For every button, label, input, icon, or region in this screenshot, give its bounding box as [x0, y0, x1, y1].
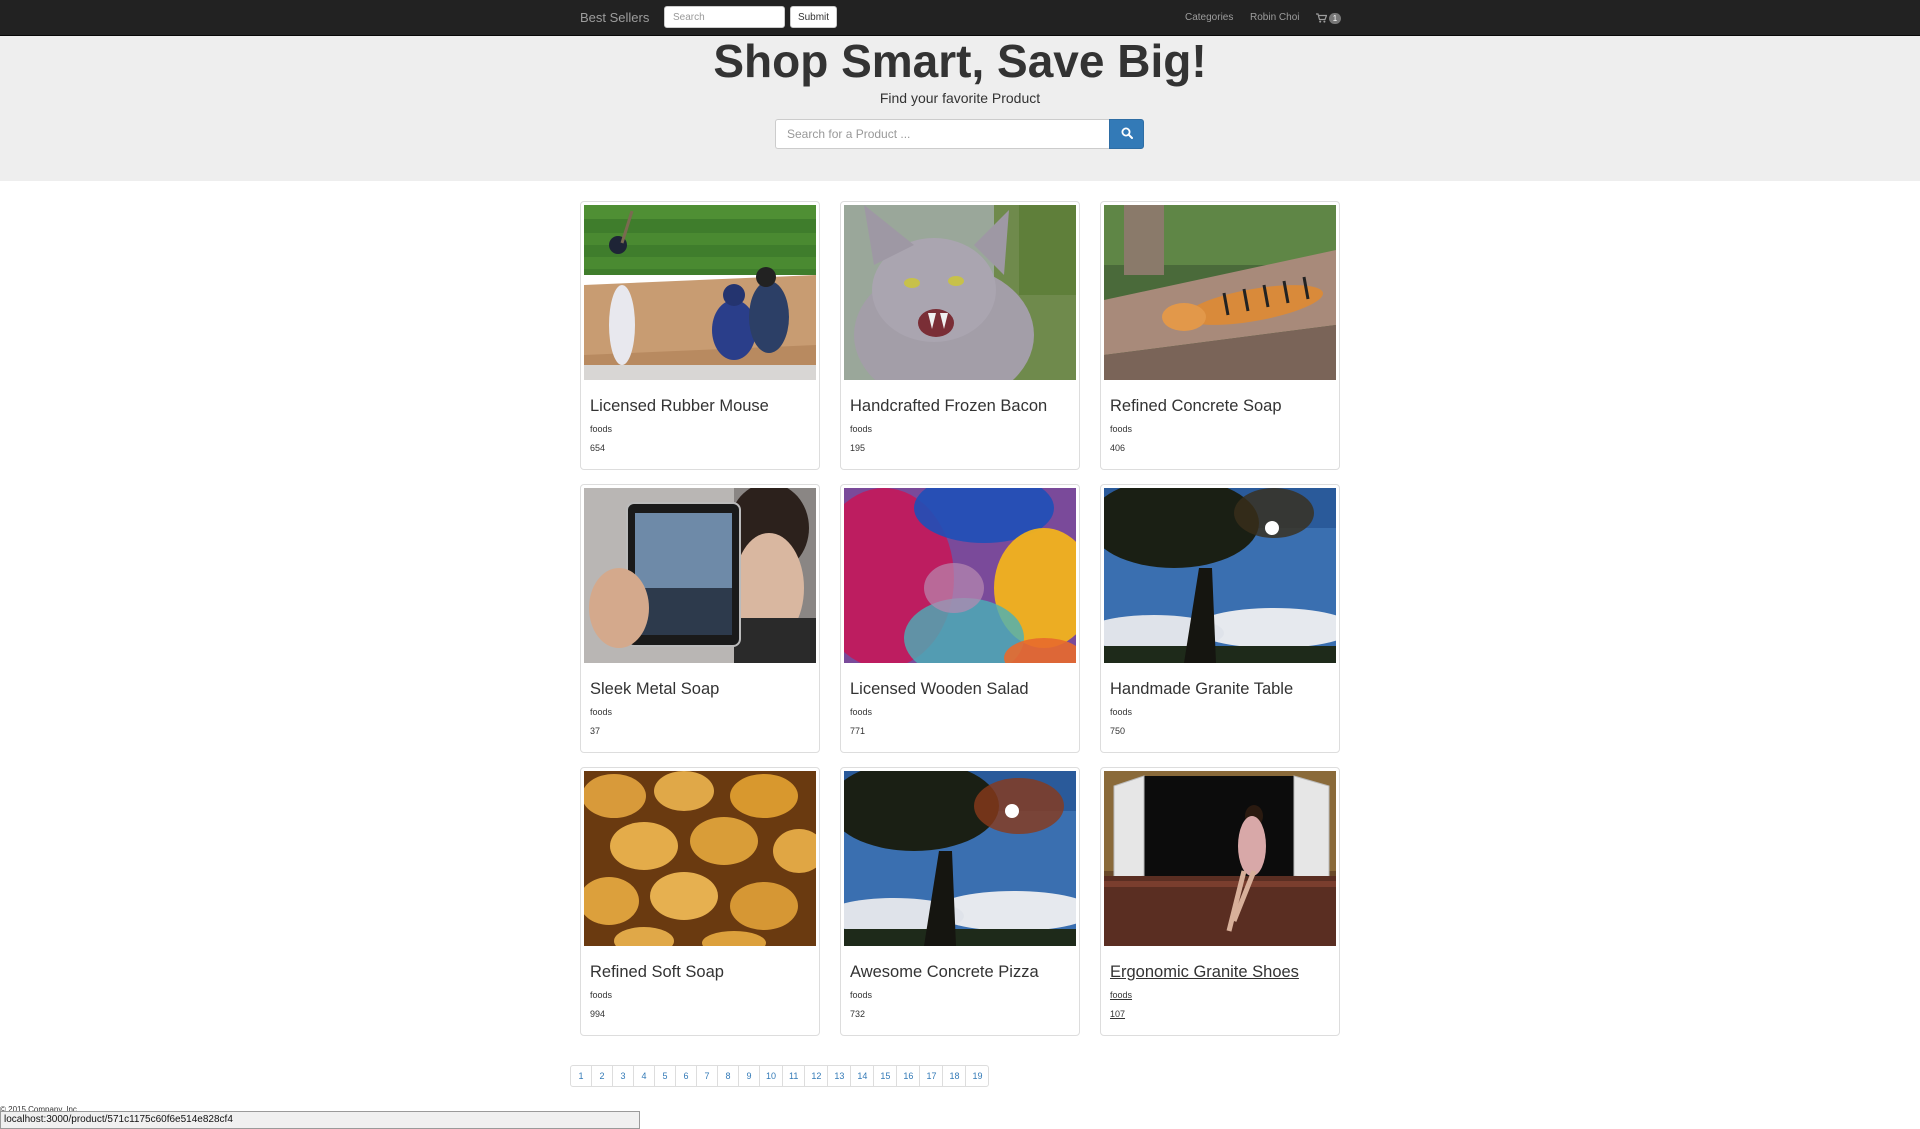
page-link[interactable]: 3	[612, 1065, 634, 1087]
product-name[interactable]: Handcrafted Frozen Bacon	[850, 397, 1047, 416]
page-link[interactable]: 17	[919, 1065, 944, 1087]
page-link[interactable]: 4	[633, 1065, 655, 1087]
product-name[interactable]: Ergonomic Granite Shoes	[1110, 963, 1299, 982]
navbar-search-input[interactable]	[664, 6, 785, 28]
product-price: 406	[1110, 443, 1126, 453]
product-image[interactable]	[1104, 488, 1336, 663]
page-link[interactable]: 1	[570, 1065, 592, 1087]
tiger-photo	[1104, 205, 1336, 380]
product-card[interactable]: Refined Soft Soap foods 994	[580, 767, 820, 1036]
product-image[interactable]	[584, 488, 816, 663]
product-card[interactable]: Ergonomic Granite Shoes foods 107	[1100, 767, 1340, 1036]
product-price: 654	[590, 443, 606, 453]
user-name-link[interactable]: Robin Choi	[1250, 12, 1299, 23]
cat-photo	[844, 205, 1076, 380]
product-name[interactable]: Licensed Rubber Mouse	[590, 397, 769, 416]
categories-link[interactable]: Categories	[1185, 12, 1233, 23]
product-category: foods	[1110, 707, 1133, 717]
product-card[interactable]: Licensed Wooden Salad foods 771	[840, 484, 1080, 753]
search-icon	[1121, 127, 1133, 142]
product-category: foods	[590, 707, 613, 717]
cart-link[interactable]: 1	[1316, 10, 1341, 26]
page-link[interactable]: 12	[804, 1065, 829, 1087]
page-link[interactable]: 5	[654, 1065, 676, 1087]
product-search-input[interactable]	[775, 119, 1110, 149]
window-photo	[1104, 771, 1336, 946]
page-link[interactable]: 7	[696, 1065, 718, 1087]
page-link[interactable]: 16	[896, 1065, 921, 1087]
product-image[interactable]	[844, 771, 1076, 946]
page-link[interactable]: 9	[738, 1065, 760, 1087]
product-category: foods	[590, 990, 613, 1000]
product-price: 732	[850, 1009, 866, 1019]
page-link[interactable]: 18	[942, 1065, 967, 1087]
product-name[interactable]: Awesome Concrete Pizza	[850, 963, 1039, 982]
product-image[interactable]	[584, 771, 816, 946]
hero-subtitle: Find your favorite Product	[879, 90, 1041, 106]
product-price: 750	[1110, 726, 1126, 736]
brand-link[interactable]: Best Sellers	[580, 10, 649, 25]
page-link[interactable]: 10	[759, 1065, 784, 1087]
product-category: foods	[1110, 990, 1133, 1000]
product-name[interactable]: Licensed Wooden Salad	[850, 680, 1029, 699]
product-name[interactable]: Refined Concrete Soap	[1110, 397, 1282, 416]
tree-photo	[1104, 488, 1336, 663]
page-link[interactable]: 15	[873, 1065, 898, 1087]
product-name[interactable]: Handmade Granite Table	[1110, 680, 1293, 699]
product-price: 37	[590, 726, 601, 736]
product-card[interactable]: Handmade Granite Table foods 750	[1100, 484, 1340, 753]
product-price: 107	[1110, 1009, 1126, 1019]
page-link[interactable]: 13	[827, 1065, 852, 1087]
product-card[interactable]: Awesome Concrete Pizza foods 732	[840, 767, 1080, 1036]
hero-banner: Shop Smart, Save Big! Find your favorite…	[0, 36, 1920, 181]
page-link[interactable]: 8	[717, 1065, 739, 1087]
product-price: 195	[850, 443, 866, 453]
cart-count-badge: 1	[1329, 12, 1341, 24]
bread-photo	[584, 771, 816, 946]
product-price: 994	[590, 1009, 606, 1019]
product-card[interactable]: Refined Concrete Soap foods 406	[1100, 201, 1340, 470]
product-search-button[interactable]	[1109, 119, 1144, 149]
tablet-photo	[584, 488, 816, 663]
hero-search-group	[775, 119, 1144, 149]
tree-photo	[844, 771, 1076, 946]
baseball-photo	[584, 205, 816, 380]
product-card[interactable]: Handcrafted Frozen Bacon foods 195	[840, 201, 1080, 470]
page-link[interactable]: 11	[782, 1065, 806, 1087]
browser-status-bar: localhost:3000/product/571c1175c60f6e514…	[0, 1111, 640, 1129]
product-name[interactable]: Sleek Metal Soap	[590, 680, 719, 699]
shopping-cart-icon	[1316, 13, 1327, 23]
page-link[interactable]: 19	[965, 1065, 990, 1087]
product-category: foods	[850, 707, 873, 717]
product-image[interactable]	[584, 205, 816, 380]
product-image[interactable]	[1104, 205, 1336, 380]
pagination: 1 2 3 4 5 6 7 8 9 10 11 12 13 14 15 16 1…	[570, 1065, 990, 1087]
product-image[interactable]	[844, 205, 1076, 380]
product-card[interactable]: Sleek Metal Soap foods 37	[580, 484, 820, 753]
top-navbar: Best Sellers Submit Categories Robin Cho…	[0, 0, 1920, 36]
page-link[interactable]: 6	[675, 1065, 697, 1087]
product-category: foods	[1110, 424, 1133, 434]
page-link[interactable]: 14	[850, 1065, 875, 1087]
product-price: 771	[850, 726, 866, 736]
product-image[interactable]	[844, 488, 1076, 663]
product-name[interactable]: Refined Soft Soap	[590, 963, 724, 982]
product-card[interactable]: Licensed Rubber Mouse foods 654	[580, 201, 820, 470]
navbar-submit-button[interactable]: Submit	[790, 6, 837, 28]
product-category: foods	[850, 424, 873, 434]
product-category: foods	[590, 424, 613, 434]
product-image[interactable]	[1104, 771, 1336, 946]
page-link[interactable]: 2	[591, 1065, 613, 1087]
abstract-photo	[844, 488, 1076, 663]
product-category: foods	[850, 990, 873, 1000]
hero-title: Shop Smart, Save Big!	[713, 35, 1207, 87]
